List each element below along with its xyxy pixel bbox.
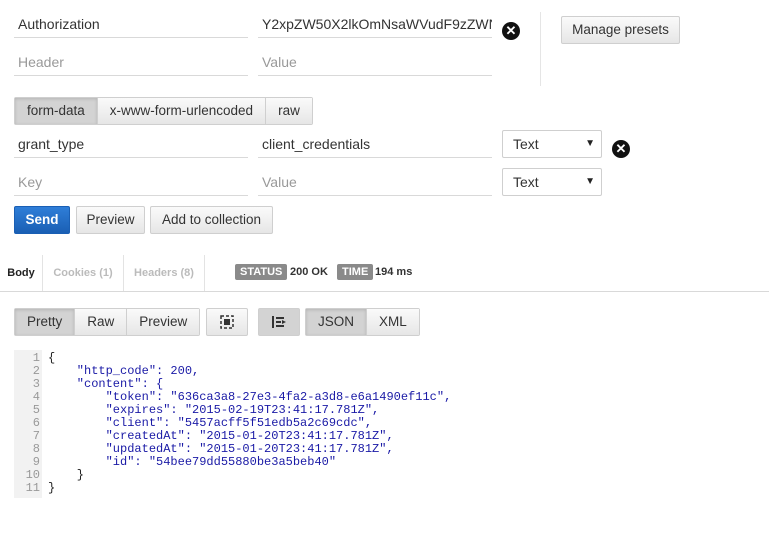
status-label: STATUS	[235, 264, 288, 280]
fullscreen-button[interactable]	[206, 308, 248, 336]
remove-header-icon[interactable]: ✕	[502, 22, 520, 40]
send-button[interactable]: Send	[14, 206, 70, 234]
format-tabs: JSON XML	[305, 308, 420, 336]
tab-x-www-form-urlencoded[interactable]: x-www-form-urlencoded	[97, 98, 267, 124]
view-mode-tabs: Pretty Raw Preview	[14, 308, 201, 336]
header-divider	[540, 12, 541, 86]
body-type-tabs: form-data x-www-form-urlencoded raw	[14, 97, 313, 125]
form-value-field-grant-type[interactable]: client_credentials	[258, 130, 492, 158]
tab-body[interactable]: Body	[0, 255, 43, 291]
response-body-code: 1 2 3 4 5 6 7 8 9 10 11 { "http_code": 2…	[14, 350, 754, 500]
tab-cookies[interactable]: Cookies (1)	[43, 255, 124, 291]
header-value-input[interactable]: Value	[258, 48, 492, 76]
chevron-down-icon: ▼	[585, 138, 595, 149]
view-pretty[interactable]: Pretty	[15, 309, 76, 335]
header-key-field-authorization[interactable]: Authorization	[14, 10, 248, 38]
code-line: }	[48, 481, 56, 495]
remove-form-row-icon[interactable]: ✕	[612, 140, 630, 158]
wrap-lines-icon	[272, 316, 286, 328]
format-xml[interactable]: XML	[367, 309, 419, 335]
fullscreen-icon	[220, 315, 234, 329]
status-value: 200 OK	[290, 266, 328, 278]
preview-button[interactable]: Preview	[76, 206, 145, 234]
form-type-select-new[interactable]: Text ▼	[502, 168, 602, 196]
form-type-select[interactable]: Text ▼	[502, 130, 602, 158]
tab-form-data[interactable]: form-data	[15, 98, 98, 124]
form-key-input[interactable]: Key	[14, 168, 248, 196]
view-preview[interactable]: Preview	[127, 309, 200, 335]
form-value-input[interactable]: Value	[258, 168, 492, 196]
form-type-select-value-new: Text	[513, 174, 539, 190]
time-label: TIME	[337, 264, 374, 280]
form-type-select-value: Text	[513, 136, 539, 152]
form-key-field-grant-type[interactable]: grant_type	[14, 130, 248, 158]
header-key-input[interactable]: Header	[14, 48, 248, 76]
tab-headers[interactable]: Headers (8)	[124, 255, 205, 291]
view-raw[interactable]: Raw	[75, 309, 128, 335]
add-to-collection-button[interactable]: Add to collection	[150, 206, 273, 234]
format-json[interactable]: JSON	[306, 309, 368, 335]
manage-presets-button[interactable]: Manage presets	[561, 16, 680, 44]
line-number: 11	[25, 481, 40, 495]
wrap-lines-button[interactable]	[258, 308, 300, 336]
tab-raw[interactable]: raw	[266, 98, 312, 124]
header-value-field-authorization[interactable]: Y2xpZW50X2lkOmNsaWVudF9zZWNyZXQ=	[258, 10, 492, 38]
time-value: 194 ms	[375, 266, 413, 278]
chevron-down-icon: ▼	[585, 176, 595, 187]
code-line: "id": "54bee79dd55880be3a5beb40"	[48, 455, 337, 469]
